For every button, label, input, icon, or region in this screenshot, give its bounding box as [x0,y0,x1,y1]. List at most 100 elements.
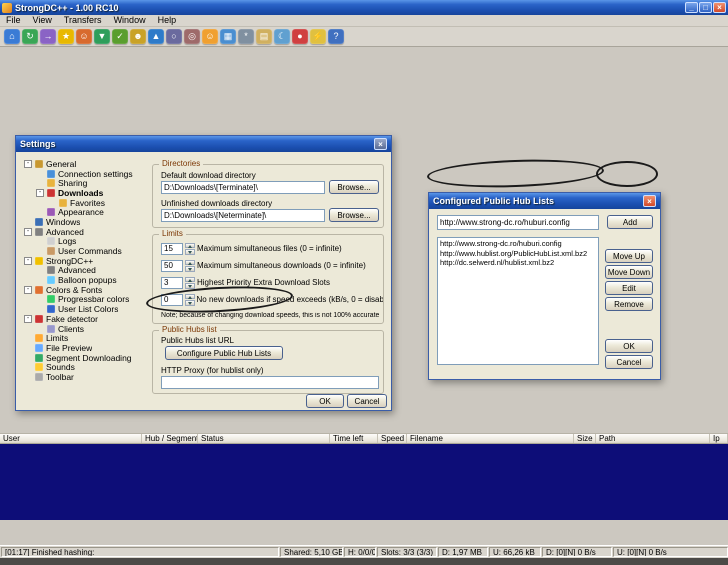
favorite-hubs-icon[interactable]: ★ [58,29,74,44]
hublists-ok-button[interactable]: OK [605,339,653,353]
expander-icon[interactable] [24,228,32,236]
titlebar[interactable]: StrongDC++ - 1.00 RC10 _ □ × [0,0,728,15]
menu-item[interactable]: File [0,15,27,26]
tree-item[interactable]: Fake detector [22,314,150,324]
tree-item[interactable]: Sounds [22,362,150,372]
network-stats-icon[interactable]: ▦ [220,29,236,44]
tree-item[interactable]: Downloads [22,188,150,198]
finished-uploads-icon[interactable]: ▲ [148,29,164,44]
reconnect-icon[interactable]: ↻ [22,29,38,44]
hublist-item[interactable]: http://www.strong-dc.ro/huburi.config [438,239,598,249]
away-icon[interactable]: ☾ [274,29,290,44]
close-button[interactable]: × [713,2,726,13]
tree-item[interactable]: Sharing [22,178,150,188]
finished-downloads-icon[interactable]: ✓ [112,29,128,44]
unfinished-dir-input[interactable] [161,209,325,222]
move-up-button[interactable]: Move Up [605,249,653,263]
tree-item[interactable]: Balloon popups [22,275,150,285]
column-header[interactable]: Hub / Segments [142,434,198,443]
configure-public-hub-lists-button[interactable]: Configure Public Hub Lists [165,346,283,360]
spinner-buttons[interactable] [185,243,195,255]
browse-default-button[interactable]: Browse... [329,180,379,194]
tree-item[interactable]: Advanced [22,227,150,237]
tree-item[interactable]: File Preview [22,343,150,353]
menu-item[interactable]: View [27,15,58,26]
column-header[interactable]: Time left [330,434,378,443]
transfer-list[interactable] [0,444,728,520]
limit-value-input[interactable] [161,243,183,255]
tree-item[interactable]: Favorites [22,198,150,208]
settings-titlebar[interactable]: Settings × [16,136,391,152]
tree-item[interactable]: Toolbar [22,372,150,382]
spin-down-icon[interactable] [185,300,195,306]
spinner-buttons[interactable] [185,294,195,306]
spin-up-icon[interactable] [185,243,195,249]
download-queue-icon[interactable]: ▼ [94,29,110,44]
column-header[interactable]: Filename [407,434,574,443]
tree-item[interactable]: Progressbar colors [22,295,150,305]
hublists-titlebar[interactable]: Configured Public Hub Lists × [429,193,660,209]
tree-item[interactable]: User List Colors [22,304,150,314]
column-header[interactable]: Status [198,434,330,443]
spin-up-icon[interactable] [185,260,195,266]
column-header[interactable]: Size [574,434,596,443]
tree-item[interactable]: Clients [22,324,150,334]
tree-item[interactable]: Advanced [22,266,150,276]
settings-cancel-button[interactable]: Cancel [347,394,387,408]
tree-item[interactable]: Limits [22,333,150,343]
limit-value-input[interactable] [161,277,183,289]
hublists-cancel-button[interactable]: Cancel [605,355,653,369]
expander-icon[interactable] [24,286,32,294]
spin-down-icon[interactable] [185,283,195,289]
adl-search-icon[interactable]: ◎ [184,29,200,44]
tree-item[interactable]: Segment Downloading [22,353,150,363]
tree-item[interactable]: StrongDC++ [22,256,150,266]
spin-up-icon[interactable] [185,294,195,300]
notepad-icon[interactable]: ▤ [256,29,272,44]
default-dir-input[interactable] [161,181,325,194]
tree-item[interactable]: Logs [22,237,150,247]
menu-item[interactable]: Help [152,15,183,26]
settings-icon[interactable]: * [238,29,254,44]
settings-ok-button[interactable]: OK [306,394,344,408]
hublists-close-icon[interactable]: × [643,195,656,207]
add-button[interactable]: Add [607,215,653,229]
minimize-button[interactable]: _ [685,2,698,13]
spin-down-icon[interactable] [185,266,195,272]
column-header[interactable]: Path [596,434,710,443]
tree-item[interactable]: Colors & Fonts [22,285,150,295]
limit-value-input[interactable] [161,260,183,272]
spin-up-icon[interactable] [185,277,195,283]
expander-icon[interactable] [36,189,44,197]
spin-down-icon[interactable] [185,249,195,255]
tree-item[interactable]: Connection settings [22,169,150,179]
expander-icon[interactable] [24,315,32,323]
waiting-users-icon[interactable]: ☻ [130,29,146,44]
tree-item[interactable]: Appearance [22,207,150,217]
hublist-item[interactable]: http://dc.selwerd.nl/hublist.xml.bz2 [438,258,598,268]
maximize-button[interactable]: □ [699,2,712,13]
spinner-buttons[interactable] [185,277,195,289]
column-header[interactable]: User [0,434,142,443]
tree-item[interactable]: Windows [22,217,150,227]
follow-redirect-icon[interactable]: → [40,29,56,44]
tree-item[interactable]: User Commands [22,246,150,256]
tree-item[interactable]: General [22,159,150,169]
spinner-buttons[interactable] [185,260,195,272]
move-down-button[interactable]: Move Down [605,265,653,279]
column-header[interactable]: Speed [378,434,407,443]
search-spy-icon[interactable]: ☺ [202,29,218,44]
hublist-url-input[interactable] [437,215,599,230]
quick-connect-icon[interactable]: ⚡ [310,29,326,44]
settings-close-icon[interactable]: × [374,138,387,150]
expander-icon[interactable] [24,257,32,265]
edit-button[interactable]: Edit [605,281,653,295]
expander-icon[interactable] [24,160,32,168]
hublist-listbox[interactable]: http://www.strong-dc.ro/huburi.config ht… [437,237,599,365]
menu-item[interactable]: Transfers [58,15,108,26]
favorite-users-icon[interactable]: ☺ [76,29,92,44]
help-icon[interactable]: ? [328,29,344,44]
search-icon[interactable]: ○ [166,29,182,44]
public-hubs-icon[interactable]: ⌂ [4,29,20,44]
http-proxy-input[interactable] [161,376,379,389]
